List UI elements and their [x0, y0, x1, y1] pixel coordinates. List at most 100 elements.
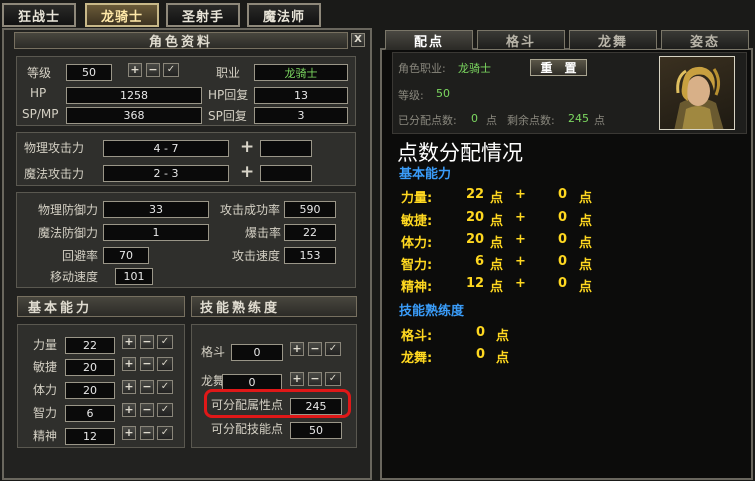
alloc-row-agi-base: 20 [466, 210, 485, 225]
agi-minus-button[interactable]: − [140, 357, 154, 371]
alloc-row-spi-base: 12 [466, 276, 485, 291]
tab-berserker[interactable]: 狂战士 [2, 3, 76, 27]
right-class-label: 角色职业: [398, 62, 446, 75]
alloc-skill-dance-value: 0 [476, 347, 486, 362]
skill-value-combat: 0 [231, 344, 283, 361]
alloc-row-vit-unit2: 点 [579, 236, 593, 251]
vit-confirm-button[interactable]: ✓ [157, 380, 173, 394]
mag-atk-bonus [260, 165, 312, 182]
agi-confirm-button[interactable]: ✓ [157, 357, 173, 371]
tab-dragon-knight[interactable]: 龙骑士 [85, 3, 159, 27]
tab-allocate[interactable]: 配点 [385, 30, 473, 50]
remaining-unit: 点 [594, 114, 605, 127]
tab-stance[interactable]: 姿态 [661, 30, 749, 50]
level-confirm-button[interactable]: ✓ [163, 63, 179, 77]
spi-minus-button[interactable]: − [140, 426, 154, 440]
move-speed-value: 101 [115, 268, 153, 285]
alloc-row-spi-unit: 点 [490, 280, 504, 295]
mag-atk-label: 魔法攻击力 [24, 167, 85, 181]
phys-def-label: 物理防御力 [38, 203, 99, 217]
alloc-row-spi-plus: + [515, 276, 526, 291]
dragon-dance-confirm-button[interactable]: ✓ [325, 372, 341, 386]
sp-regen-label: SP回复 [208, 109, 247, 123]
level-plus-button[interactable]: + [128, 63, 142, 77]
dragon-dance-minus-button[interactable]: − [308, 372, 322, 386]
character-portrait [659, 56, 735, 130]
alloc-row-agi-unit2: 点 [579, 214, 593, 229]
tab-mage[interactable]: 魔法师 [247, 3, 321, 27]
combat-minus-button[interactable]: − [308, 342, 322, 356]
combat-confirm-button[interactable]: ✓ [325, 342, 341, 356]
allocated-label: 已分配点数: [398, 114, 457, 127]
vit-minus-button[interactable]: − [140, 380, 154, 394]
alloc-row-str-added: 0 [558, 187, 568, 202]
level-label: 等级 [27, 66, 52, 80]
alloc-row-agi-label: 敏捷: [401, 214, 433, 229]
stat-value-spi: 12 [65, 428, 115, 445]
hit-rate-value: 590 [284, 201, 336, 218]
stat-label-spi: 精神 [33, 429, 58, 443]
alloc-row-int-added: 0 [558, 254, 568, 269]
close-button[interactable]: X [351, 33, 365, 47]
level-minus-button[interactable]: − [146, 63, 160, 77]
skill-proficiency-header: 技能熟练度 [191, 296, 357, 317]
stat-label-int: 智力 [33, 406, 58, 420]
hp-regen-value: 13 [254, 87, 348, 104]
str-plus-button[interactable]: + [122, 335, 136, 349]
stat-value-int: 6 [65, 405, 115, 422]
phys-def-value: 33 [103, 201, 209, 218]
tab-dragon-dance[interactable]: 龙舞 [569, 30, 657, 50]
level-value: 50 [66, 64, 112, 81]
free-skill-value: 50 [290, 422, 342, 439]
phys-atk-bonus [260, 140, 312, 157]
free-attr-value: 245 [290, 398, 342, 415]
alloc-row-int-plus: + [515, 254, 526, 269]
int-plus-button[interactable]: + [122, 403, 136, 417]
phys-atk-value: 4 - 7 [103, 140, 229, 157]
alloc-row-vit-added: 0 [558, 232, 568, 247]
stat-label-vit: 体力 [33, 383, 58, 397]
int-minus-button[interactable]: − [140, 403, 154, 417]
portrait-image [674, 66, 724, 129]
alloc-row-str-unit2: 点 [579, 191, 593, 206]
remaining-label: 剩余点数: [507, 114, 555, 127]
alloc-skill-combat-unit: 点 [496, 329, 510, 344]
move-speed-label: 移动速度 [50, 270, 99, 284]
combat-plus-button[interactable]: + [290, 342, 304, 356]
alloc-row-spi-added: 0 [558, 276, 568, 291]
tab-holy-archer[interactable]: 圣射手 [166, 3, 240, 27]
right-level-label: 等级: [398, 89, 424, 102]
atk-speed-value: 153 [284, 247, 336, 264]
vit-plus-button[interactable]: + [122, 380, 136, 394]
crit-value: 22 [284, 224, 336, 241]
tab-combat[interactable]: 格斗 [477, 30, 565, 50]
phys-atk-plus-icon[interactable]: + [240, 139, 254, 156]
evade-value: 70 [103, 247, 149, 264]
alloc-row-int-label: 智力: [401, 258, 433, 273]
alloc-row-spi-label: 精神: [401, 280, 433, 295]
class-label: 职业 [216, 66, 241, 80]
str-confirm-button[interactable]: ✓ [157, 335, 173, 349]
free-skill-label: 可分配技能点 [211, 422, 284, 436]
int-confirm-button[interactable]: ✓ [157, 403, 173, 417]
alloc-row-vit-plus: + [515, 232, 526, 247]
mag-atk-plus-icon[interactable]: + [240, 164, 254, 181]
str-minus-button[interactable]: − [140, 335, 154, 349]
stat-value-vit: 20 [65, 382, 115, 399]
alloc-row-spi-unit2: 点 [579, 280, 593, 295]
spi-plus-button[interactable]: + [122, 426, 136, 440]
character-panel-title: 角色资料 [14, 32, 348, 50]
allocated-value: 0 [471, 112, 478, 125]
stat-value-agi: 20 [65, 359, 115, 376]
hp-regen-label: HP回复 [208, 88, 249, 102]
atk-speed-label: 攻击速度 [232, 249, 281, 263]
spi-confirm-button[interactable]: ✓ [157, 426, 173, 440]
alloc-row-vit-unit: 点 [490, 236, 504, 251]
basic-abilities-header: 基本能力 [17, 296, 185, 317]
alloc-row-int-base: 6 [474, 254, 484, 269]
alloc-row-str-plus: + [515, 187, 526, 202]
dragon-dance-plus-button[interactable]: + [290, 372, 304, 386]
agi-plus-button[interactable]: + [122, 357, 136, 371]
alloc-row-agi-plus: + [515, 210, 526, 225]
reset-button[interactable]: 重 置 [530, 59, 587, 76]
